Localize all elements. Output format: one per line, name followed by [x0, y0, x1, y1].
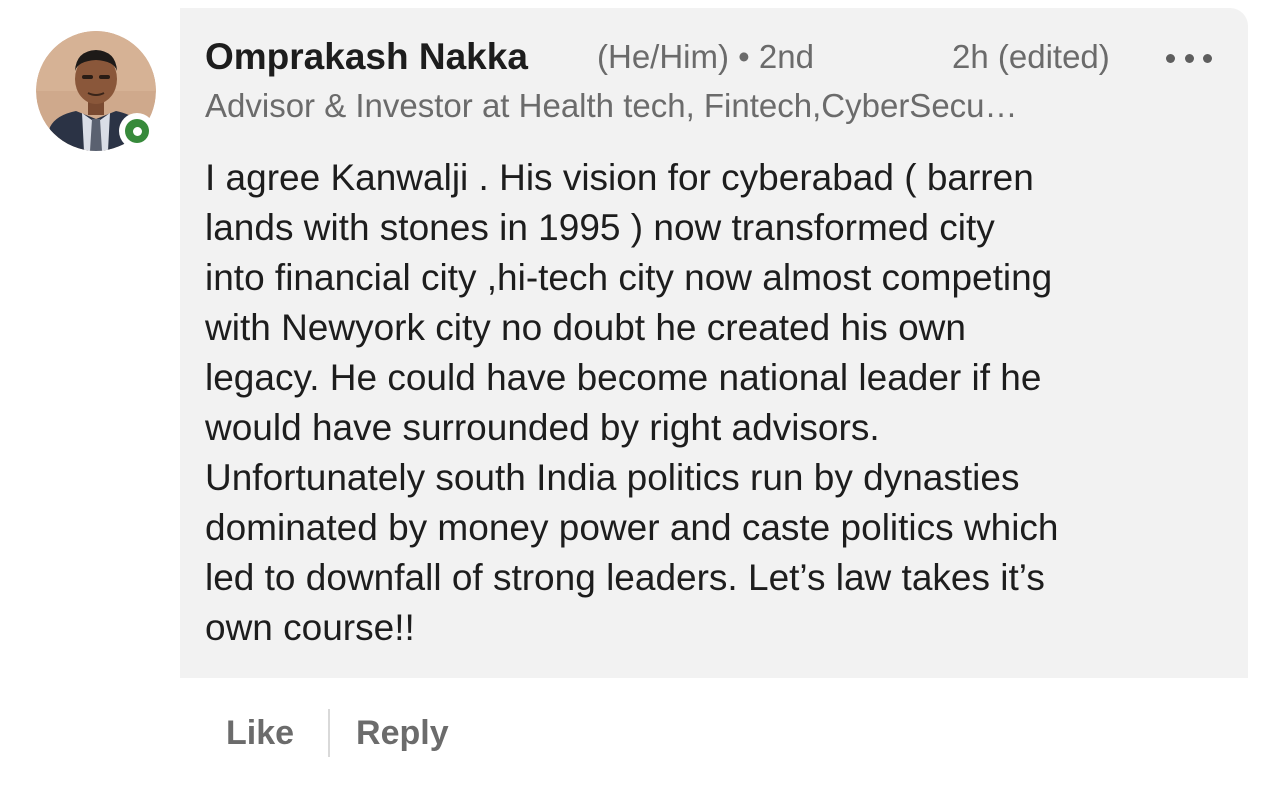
comment-timestamp: 2h (edited)	[952, 38, 1110, 75]
author-name[interactable]: Omprakash Nakka	[205, 36, 528, 78]
reply-button[interactable]: Reply	[356, 714, 449, 753]
like-button[interactable]: Like	[226, 714, 294, 753]
action-divider	[328, 709, 331, 757]
online-status-icon	[125, 119, 149, 143]
online-status-badge	[119, 113, 155, 149]
avatar[interactable]	[36, 31, 156, 151]
author-headline: Advisor & Investor at Health tech, Finte…	[205, 87, 1018, 124]
author-pronouns-degree: (He/Him) • 2nd	[597, 38, 814, 75]
more-options-icon[interactable]	[1166, 38, 1212, 78]
comment-text: I agree Kanwalji . His vision for cybera…	[205, 157, 1059, 648]
comment-actions: Like Reply	[226, 708, 449, 758]
